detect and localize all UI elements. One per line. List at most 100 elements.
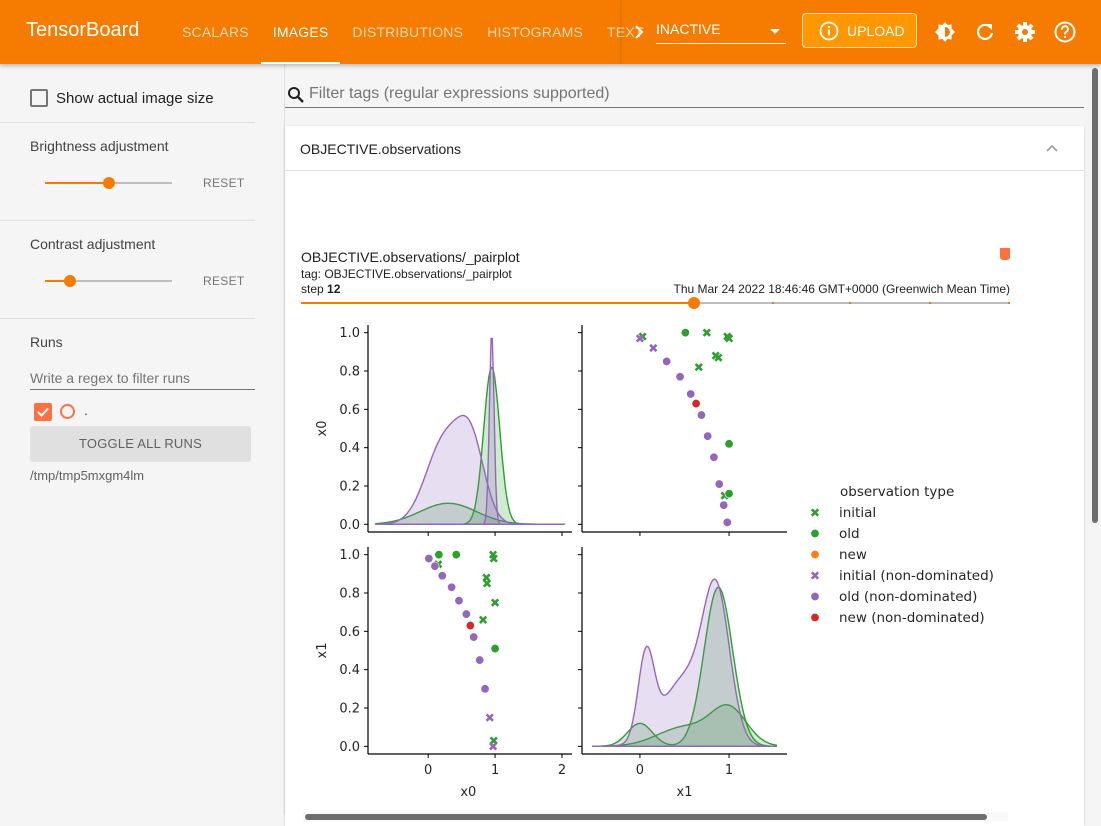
scatter-point-old-non-dominated- <box>662 356 672 366</box>
y-tick-label: 0.4 <box>339 441 360 456</box>
brightness-icon[interactable] <box>933 20 957 44</box>
slider-thumb[interactable] <box>102 177 115 189</box>
scatter-point-old-non-dominated- <box>675 372 685 382</box>
scatter-point-new-non-dominated- <box>465 621 475 631</box>
log-dir: /tmp/tmp5mxgm4lm <box>30 468 145 483</box>
top-app-bar: TensorBoard SCALARS IMAGES DISTRIBUTIONS… <box>0 0 1101 64</box>
scatter-point-old <box>724 439 734 449</box>
tag-group-card: OBJECTIVE.observations OBJECTIVE.observa… <box>285 126 1084 826</box>
scatter-point-old <box>810 529 820 539</box>
app-title: TensorBoard <box>26 19 140 41</box>
scatter-point-old-non-dominated- <box>437 571 447 581</box>
tab-distributions[interactable]: DISTRIBUTIONS <box>340 0 475 64</box>
legend-label: old <box>839 526 860 542</box>
run-color-swatch[interactable] <box>60 404 75 419</box>
scatter-point-new-non-dominated- <box>810 612 820 622</box>
run-name: . <box>84 402 88 418</box>
scatter-point-initial <box>702 328 711 337</box>
scatter-point-old-non-dominated- <box>703 431 713 441</box>
y-tick-label: 0.6 <box>339 403 360 418</box>
chevron-right-icon[interactable] <box>630 20 650 44</box>
y-tick-label: 0.8 <box>339 365 360 380</box>
image-size-section: Show actual image size <box>0 64 255 123</box>
scatter-point-old <box>724 489 734 499</box>
dashboard-tabs: SCALARS IMAGES DISTRIBUTIONS HISTOGRAMS … <box>170 0 656 64</box>
scatter-point-initial <box>478 615 488 624</box>
run-checkbox[interactable] <box>34 403 52 421</box>
scatter-point-initial <box>489 736 498 745</box>
scatter-point-initial-non-dominated- <box>488 742 498 751</box>
scatter-point-old-non-dominated- <box>424 554 434 564</box>
toggle-all-runs-button[interactable]: TOGGLE ALL RUNS <box>30 426 251 462</box>
runs-title: Runs <box>30 334 63 350</box>
vertical-scrollbar[interactable] <box>1092 68 1098 523</box>
horizontal-scrollbar[interactable] <box>303 812 1008 822</box>
info-icon <box>819 21 839 40</box>
contrast-slider[interactable] <box>45 271 172 291</box>
scatter-point-old <box>434 550 444 560</box>
help-icon[interactable] <box>1053 20 1077 44</box>
image-step: step 12 <box>301 282 340 296</box>
tab-images[interactable]: IMAGES <box>260 0 341 64</box>
y-tick-label: 0.8 <box>339 587 360 602</box>
scatter-point-old-non-dominated- <box>709 452 719 462</box>
scatter-point-old-non-dominated- <box>430 561 440 571</box>
kde-curve-old-non-dominated- <box>591 578 778 748</box>
step-tick <box>771 302 774 304</box>
legend-label: new <box>839 547 867 563</box>
tag-filter-placeholder: Filter tags (regular expressions support… <box>309 85 610 102</box>
card-title: OBJECTIVE.observations <box>300 141 462 157</box>
upload-label: UPLOAD <box>847 22 905 39</box>
inactive-dashboards-select[interactable]: INACTIVE <box>656 17 786 44</box>
step-tick <box>849 302 852 304</box>
show-actual-size-label[interactable]: Show actual image size <box>56 90 214 107</box>
legend-title: observation type <box>840 484 954 500</box>
scatter-point-old-non-dominated- <box>461 609 471 619</box>
step-slider-thumb[interactable] <box>688 297 701 309</box>
y-tick-label: 1.0 <box>339 326 360 341</box>
scatter-point-initial <box>694 363 703 372</box>
brightness-slider[interactable] <box>45 173 172 193</box>
pairplot-image: 0.0 0.2 0.4 0.6 0.8 1.0 0.0 0.2 0.4 0.6 0.8 1.0 0 1 2 0… <box>315 325 994 800</box>
step-tick <box>928 302 931 304</box>
scatter-point-old-non-dominated- <box>469 632 479 642</box>
legend-label: initial <box>839 505 876 521</box>
scatter-point-old <box>490 644 500 654</box>
step-tick <box>1008 302 1010 304</box>
brightness-reset-button[interactable]: RESET <box>203 176 245 190</box>
legend-label: old (non-dominated) <box>839 589 977 605</box>
search-icon <box>288 87 304 103</box>
select-value: INACTIVE <box>656 21 721 37</box>
refresh-icon[interactable] <box>973 20 997 44</box>
image-tag: tag: OBJECTIVE.observations/_pairplot <box>301 267 512 281</box>
card-header[interactable]: OBJECTIVE.observations <box>285 126 1084 171</box>
scatter-point-old-non-dominated- <box>714 479 724 489</box>
step-slider-fill <box>301 302 695 304</box>
tag-filter[interactable]: Filter tags (regular expressions support… <box>285 82 1084 108</box>
image-timestamp: Thu Mar 24 2022 18:46:46 GMT+0000 (Green… <box>673 282 1010 296</box>
scatter-point-initial <box>490 598 500 607</box>
y-tick-label: 0.0 <box>339 518 360 533</box>
scatter-point-initial <box>810 508 820 517</box>
chevron-up-icon[interactable] <box>1044 140 1060 156</box>
slider-thumb[interactable] <box>64 275 77 287</box>
runs-filter-input[interactable] <box>30 366 255 390</box>
y-tick-label: 0.0 <box>339 740 360 755</box>
tab-histograms[interactable]: HISTOGRAMS <box>475 0 595 64</box>
y-axis-label: x0 <box>315 421 330 437</box>
upload-button[interactable]: UPLOAD <box>802 13 917 48</box>
scatter-point-initial-non-dominated- <box>649 343 658 353</box>
scatter-point-initial-non-dominated- <box>810 571 820 580</box>
kde-curve-old-non-dominated- <box>375 414 566 526</box>
tab-scalars[interactable]: SCALARS <box>170 0 261 64</box>
step-slider[interactable] <box>301 297 1010 311</box>
main-content: Filter tags (regular expressions support… <box>285 64 1101 826</box>
show-actual-size-checkbox[interactable] <box>30 89 48 107</box>
y-tick-label: 0.6 <box>339 625 360 640</box>
y-axis-label: x1 <box>315 643 330 659</box>
check-icon <box>37 407 49 417</box>
scatter-point-old <box>451 550 461 560</box>
sidebar: Show actual image size Brightness adjust… <box>0 64 285 815</box>
settings-icon[interactable] <box>1013 20 1037 44</box>
contrast-reset-button[interactable]: RESET <box>203 274 245 288</box>
